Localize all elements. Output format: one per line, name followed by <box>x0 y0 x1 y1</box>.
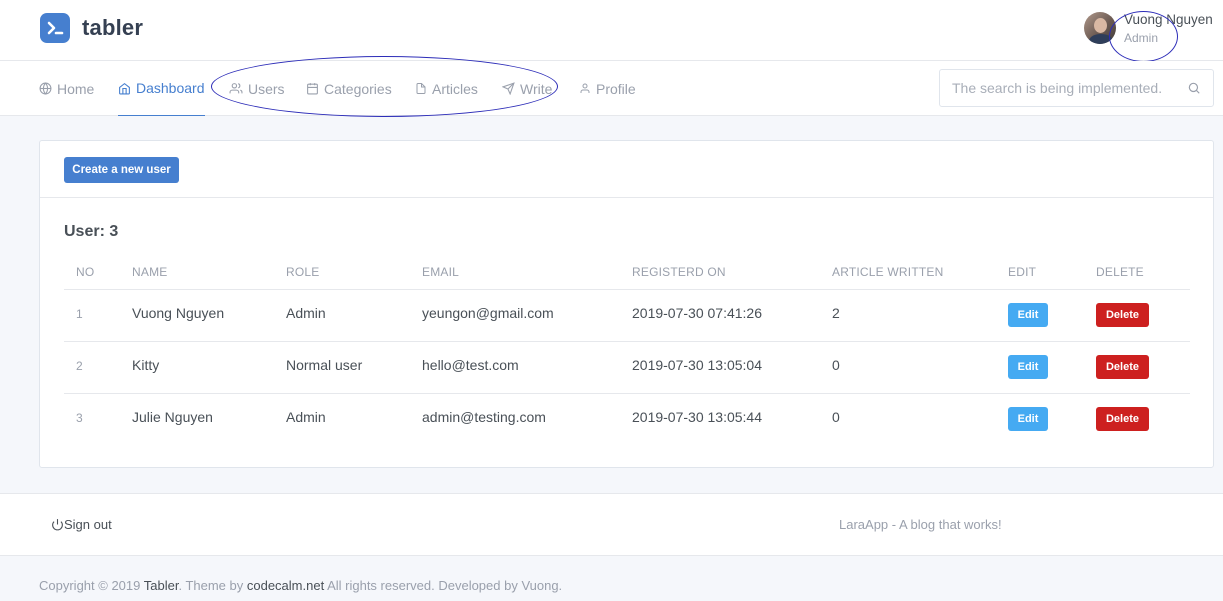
delete-button[interactable]: Delete <box>1096 355 1149 379</box>
home-icon <box>119 82 130 94</box>
sign-out-label: Sign out <box>64 517 112 532</box>
edit-button[interactable]: Edit <box>1008 407 1048 431</box>
column-header-role: ROLE <box>286 265 320 279</box>
cell-email: yeungon@gmail.com <box>422 305 554 321</box>
cell-articles: 0 <box>832 357 840 373</box>
user-count: User: 3 <box>64 223 119 240</box>
cell-no: 2 <box>76 359 83 373</box>
column-header-no: NO <box>76 265 95 279</box>
annotation-oval <box>211 56 558 117</box>
cell-role: Normal user <box>286 357 363 373</box>
user-icon <box>580 83 590 93</box>
brand[interactable]: tabler <box>40 13 143 43</box>
row-divider <box>64 289 1190 290</box>
column-header-email: EMAIL <box>422 265 460 279</box>
cell-role: Admin <box>286 305 326 321</box>
top-header: tabler Vuong Nguyen Admin <box>0 0 1223 61</box>
nav-item-label: Home <box>57 80 95 97</box>
copyright: Copyright © 2019 Tabler. Theme by codeca… <box>39 578 562 593</box>
card-header: Create a new user <box>40 141 1213 198</box>
power-icon <box>52 519 63 531</box>
edit-button[interactable]: Edit <box>1008 355 1048 379</box>
delete-button[interactable]: Delete <box>1096 407 1149 431</box>
column-header-delete: DELETE <box>1096 265 1144 279</box>
footer-bar: Sign out LaraApp - A blog that works! <box>0 493 1223 556</box>
row-divider <box>64 341 1190 342</box>
cell-name: Kitty <box>132 357 160 373</box>
column-header-articles: ARTICLE WRITTEN <box>832 265 944 279</box>
cell-registered: 2019-07-30 13:05:04 <box>632 357 762 373</box>
copyright-text: . Theme by <box>178 578 247 593</box>
delete-button[interactable]: Delete <box>1096 303 1149 327</box>
column-header-edit: EDIT <box>1008 265 1037 279</box>
annotation-circle <box>1109 11 1178 62</box>
cell-articles: 2 <box>832 305 840 321</box>
nav-item-label: Dashboard <box>136 80 205 96</box>
cell-registered: 2019-07-30 13:05:44 <box>632 409 762 425</box>
cell-email: hello@test.com <box>422 357 519 373</box>
cell-no: 1 <box>76 307 83 321</box>
nav-item-home[interactable]: Home <box>39 61 94 116</box>
column-header-name: NAME <box>132 265 168 279</box>
cell-name: Vuong Nguyen <box>132 305 225 321</box>
codecalm-link[interactable]: codecalm.net <box>247 578 324 593</box>
cell-name: Julie Nguyen <box>132 409 213 425</box>
tabler-link[interactable]: Tabler <box>144 578 179 593</box>
cell-role: Admin <box>286 409 326 425</box>
copyright-text: Copyright © 2019 <box>39 578 144 593</box>
globe-icon <box>39 82 52 95</box>
copyright-text: All rights reserved. Developed by Vuong. <box>324 578 563 593</box>
nav-item-label: Profile <box>596 80 636 97</box>
search-input[interactable] <box>940 70 1170 106</box>
cell-articles: 0 <box>832 409 840 425</box>
users-card: Create a new user User: 3 NO NAME ROLE E… <box>39 140 1214 468</box>
search-box <box>939 69 1214 107</box>
brand-name: tabler <box>82 15 144 40</box>
cell-no: 3 <box>76 411 83 425</box>
cell-email: admin@testing.com <box>422 409 546 425</box>
edit-button[interactable]: Edit <box>1008 303 1048 327</box>
nav-item-profile[interactable]: Profile <box>579 61 636 116</box>
footer-tagline: LaraApp - A blog that works! <box>839 517 1002 532</box>
nav-item-dashboard[interactable]: Dashboard <box>118 61 205 116</box>
cell-registered: 2019-07-30 07:41:26 <box>632 305 762 321</box>
main-navbar: Home Dashboard Users Categories Articles… <box>0 61 1223 116</box>
tabler-logo-icon <box>40 13 70 43</box>
search-icon[interactable] <box>1187 81 1201 95</box>
sign-out-link[interactable]: Sign out <box>51 517 112 532</box>
column-header-registered: REGISTERD ON <box>632 265 726 279</box>
create-user-button[interactable]: Create a new user <box>64 157 179 183</box>
row-divider <box>64 393 1190 394</box>
